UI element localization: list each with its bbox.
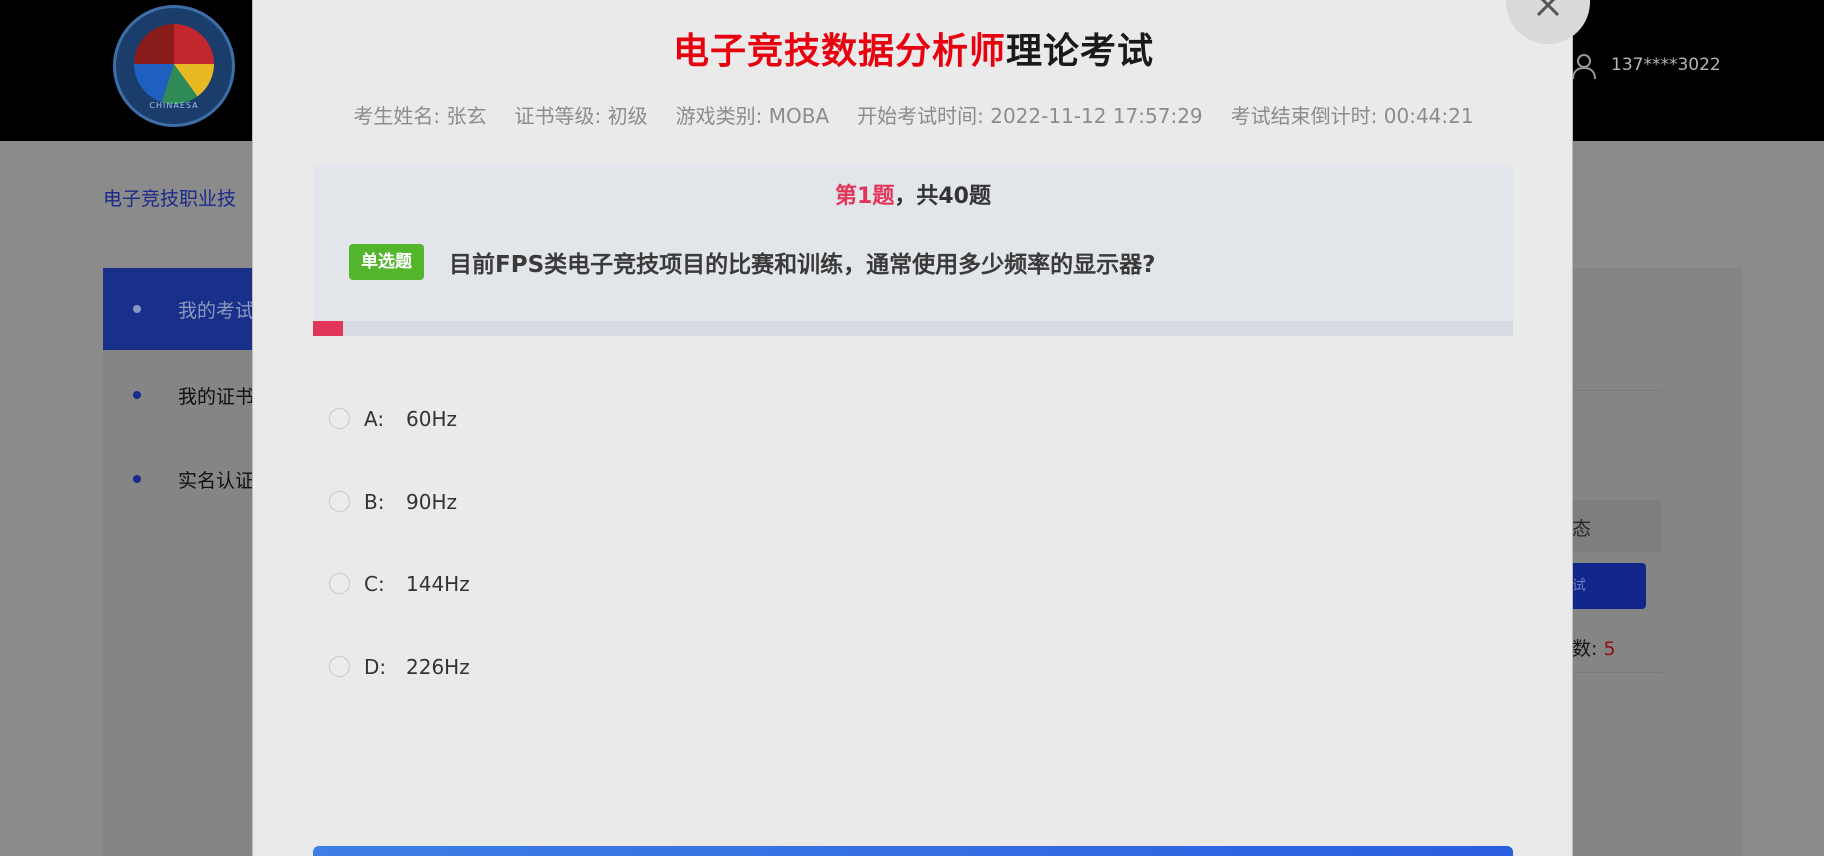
certificate-level: 证书等级: 初级 (514, 104, 648, 128)
option-letter: A: (364, 407, 385, 431)
next-question-button[interactable] (313, 846, 1513, 856)
exam-countdown: 考试结束倒计时: 00:44:21 (1230, 104, 1474, 128)
exam-modal: 电子竞技数据分析师理论考试 考生姓名: 张玄 证书等级: 初级 游戏类别: MOBA… (252, 0, 1573, 856)
sidebar-item-my-exams[interactable]: 我的考试 (103, 268, 263, 350)
option-text: 60Hz (406, 407, 457, 431)
sidebar-item-label: 我的考试 (178, 300, 255, 322)
sidebar-item-my-certificates[interactable]: 我的证书 (103, 354, 263, 436)
status-column-header: 态 (1572, 500, 1661, 552)
start-exam-button[interactable]: 试 (1572, 563, 1646, 609)
attempt-count-label: 数: (1572, 638, 1598, 660)
option-text: 90Hz (406, 490, 457, 514)
exam-title-rest: 理论考试 (1006, 31, 1155, 72)
sidebar-item-label: 实名认证 (178, 470, 255, 492)
exam-title-highlight: 电子竞技数据分析师 (672, 31, 1006, 72)
logo-text: CHINAESA (149, 101, 199, 110)
association-logo[interactable]: CHINAESA (113, 5, 235, 127)
sidebar-item-label: 我的证书 (178, 386, 255, 408)
attempt-count: 数: 5 (1572, 634, 1616, 661)
question-counter-total: ，共40题 (894, 184, 991, 209)
bullet-icon (133, 305, 141, 313)
option-text: 226Hz (406, 655, 470, 679)
exam-title: 电子竞技数据分析师理论考试 (253, 22, 1574, 74)
divider (1572, 390, 1662, 391)
divider (1572, 672, 1662, 673)
option-letter: B: (364, 490, 385, 514)
start-exam-label: 试 (1572, 578, 1586, 594)
question-text: 目前FPS类电子竞技项目的比赛和训练，通常使用多少频率的显示器? (449, 252, 1156, 278)
radio-button[interactable] (329, 573, 350, 594)
game-category: 游戏类别: MOBA (675, 104, 830, 128)
option-text: 144Hz (406, 572, 470, 596)
candidate-name: 考生姓名: 张玄 (353, 104, 487, 128)
user-phone[interactable]: 137****3022 (1611, 55, 1721, 75)
user-icon[interactable] (1571, 52, 1597, 80)
bullet-icon (133, 391, 141, 399)
status-header-text: 态 (1572, 518, 1592, 540)
sidebar-item-verification[interactable]: 实名认证 (103, 438, 263, 520)
question-type-badge: 单选题 (349, 244, 424, 280)
question-card: 第1题，共40题 单选题 目前FPS类电子竞技项目的比赛和训练，通常使用多少频率… (313, 165, 1513, 321)
exam-info-row: 考生姓名: 张玄 证书等级: 初级 游戏类别: MOBA 开始考试时间: 2022-1… (253, 100, 1574, 129)
exam-start-time: 开始考试时间: 2022-11-12 17:57:29 (857, 104, 1203, 128)
exam-info-panel (1572, 268, 1742, 856)
option-letter: D: (364, 655, 387, 679)
question-counter: 第1题，共40题 (313, 178, 1513, 210)
question-counter-current: 第1题 (835, 184, 895, 209)
radio-button[interactable] (329, 408, 350, 429)
question-progress-bar (313, 321, 1513, 336)
attempt-count-value: 5 (1603, 638, 1616, 660)
radio-button[interactable] (329, 491, 350, 512)
radio-button[interactable] (329, 656, 350, 677)
breadcrumb[interactable]: 电子竞技职业技 (103, 184, 236, 211)
question-progress-fill (313, 321, 343, 336)
bullet-icon (133, 475, 141, 483)
option-letter: C: (364, 572, 385, 596)
logo-emblem (134, 24, 214, 104)
close-icon[interactable] (1530, 0, 1566, 23)
